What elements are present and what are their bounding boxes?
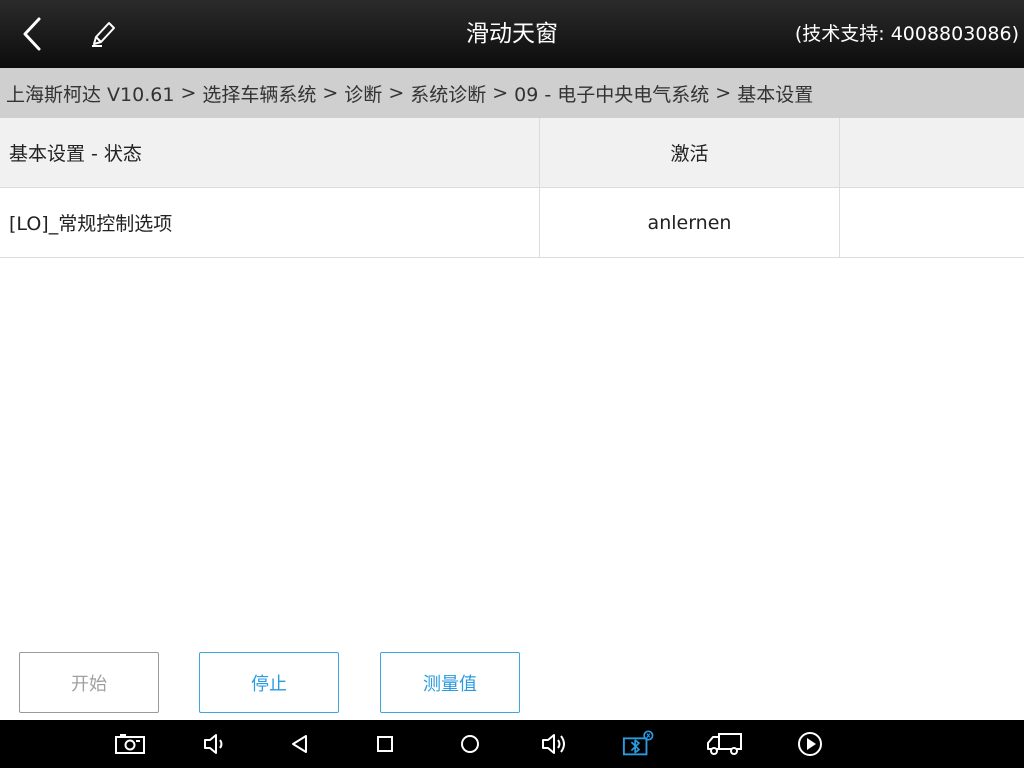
volume-up-icon — [542, 734, 565, 754]
breadcrumb-separator: > — [388, 82, 405, 104]
action-bar: 开始 停止 测量值 — [0, 652, 1024, 714]
row-cell-value: anlernen — [540, 188, 840, 257]
edit-button[interactable] — [84, 12, 124, 56]
column-header-status: 基本设置 - 状态 — [0, 118, 540, 187]
breadcrumb-separator: > — [715, 82, 732, 104]
breadcrumb-item[interactable]: 上海斯柯达 V10.61 — [6, 80, 174, 107]
breadcrumb-item[interactable]: 选择车辆系统 — [202, 80, 316, 107]
recents-button[interactable] — [369, 728, 401, 760]
bluetooth-vci-icon — [622, 730, 654, 756]
breadcrumb-item[interactable]: 系统诊断 — [410, 80, 486, 107]
truck-icon — [707, 733, 742, 755]
column-header-activate: 激活 — [540, 118, 840, 187]
back-button[interactable] — [12, 12, 52, 56]
screenshot-icon — [115, 734, 145, 754]
screenshot-button[interactable] — [114, 728, 146, 760]
row-cell-name: [LO]_常规控制选项 — [0, 188, 540, 257]
play-button[interactable] — [794, 728, 826, 760]
bluetooth-vci-button[interactable] — [622, 728, 654, 760]
nav-back-button[interactable] — [284, 728, 316, 760]
volume-up-button[interactable] — [539, 728, 571, 760]
breadcrumb-item[interactable]: 09 - 电子中央电气系统 — [514, 80, 709, 107]
app-screen: 滑动天窗 (技术支持: 4008803086) 上海斯柯达 V10.61 > 选… — [0, 0, 1024, 768]
row-cell-extra — [840, 188, 1024, 257]
top-toolbar: 滑动天窗 (技术支持: 4008803086) — [0, 0, 1024, 68]
play-circle-icon — [798, 732, 822, 756]
home-circle-icon — [461, 735, 479, 753]
basic-settings-table: 基本设置 - 状态 激活 [LO]_常规控制选项 anlernen — [0, 118, 1024, 258]
breadcrumb-item[interactable]: 诊断 — [344, 80, 382, 107]
breadcrumb-separator: > — [322, 82, 339, 104]
volume-down-icon — [204, 734, 223, 754]
column-header-extra — [840, 118, 1024, 187]
start-button[interactable]: 开始 — [19, 652, 159, 713]
system-nav-bar — [0, 720, 1024, 768]
vehicle-button[interactable] — [706, 728, 744, 760]
stop-button[interactable]: 停止 — [199, 652, 339, 713]
volume-down-button[interactable] — [199, 728, 231, 760]
breadcrumb-separator: > — [492, 82, 509, 104]
breadcrumb: 上海斯柯达 V10.61 > 选择车辆系统 > 诊断 > 系统诊断 > 09 -… — [0, 68, 1024, 118]
support-hotline: (技术支持: 4008803086) — [794, 23, 1019, 45]
pencil-icon — [92, 22, 115, 47]
breadcrumb-item-current: 基本设置 — [737, 83, 814, 106]
breadcrumb-separator: > — [180, 82, 197, 104]
back-triangle-icon — [292, 735, 307, 753]
home-button[interactable] — [454, 728, 486, 760]
table-header-row: 基本设置 - 状态 激活 — [0, 118, 1024, 188]
measure-values-button[interactable]: 测量值 — [380, 652, 520, 713]
chevron-left-icon — [23, 17, 41, 51]
page-title: 滑动天窗 — [466, 21, 558, 47]
table-row[interactable]: [LO]_常规控制选项 anlernen — [0, 188, 1024, 258]
recents-square-icon — [377, 736, 393, 752]
